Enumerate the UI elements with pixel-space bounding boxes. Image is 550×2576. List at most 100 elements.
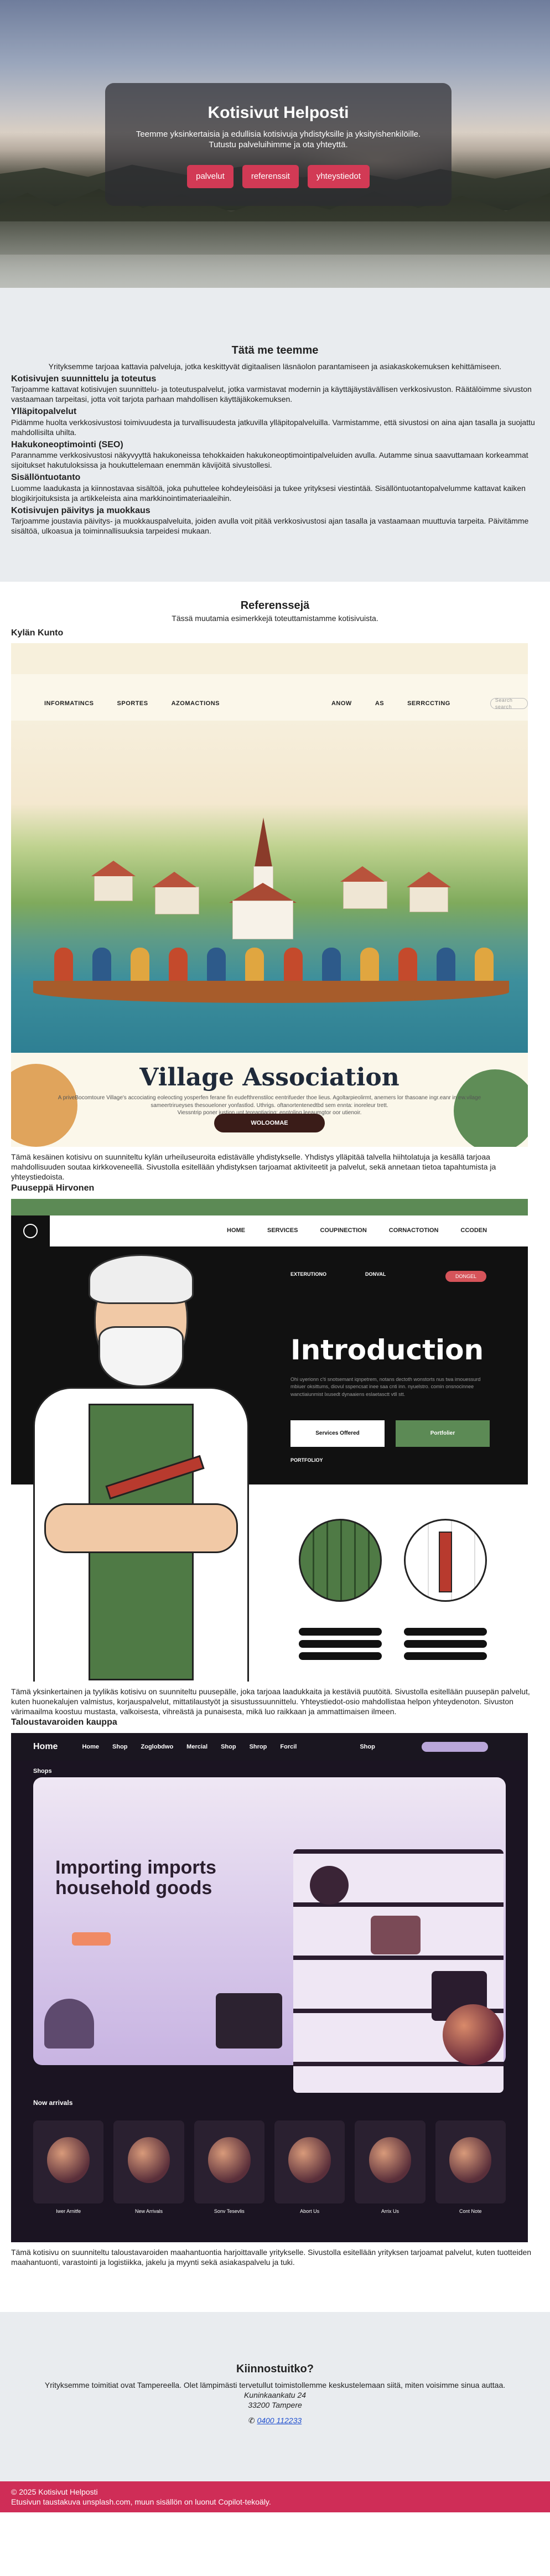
contact-address: Kuninkaankatu 24 33200 Tampere bbox=[11, 2390, 539, 2410]
mock-tagline-text: A priveBocomtoure Village's accociating … bbox=[58, 1095, 481, 1109]
mock-nav-item: INFORMATINCS bbox=[44, 700, 94, 707]
mock-product bbox=[371, 1916, 421, 1955]
mock-house bbox=[152, 872, 199, 915]
service-item: Hakukoneoptimointi (SEO) Parannamme verk… bbox=[11, 439, 539, 470]
mock-nav: INFORMATINCS SPORTES AZOMACTIONS ANOW AS… bbox=[11, 691, 528, 716]
mock-product-card bbox=[33, 2120, 104, 2204]
service-item: Kotisivujen suunnittelu ja toteutus Tarj… bbox=[11, 373, 539, 405]
reference-text: Tämä kotisivu on suunniteltu taloustavar… bbox=[11, 2248, 532, 2267]
mock-small-text: Ohi uyerionn c'ti snotsemant iqnpetrem, … bbox=[290, 1376, 481, 1397]
hero-mist bbox=[0, 221, 550, 288]
reference-item: Puuseppä Hirvonen HOME SERVICES COUPINEC… bbox=[11, 1182, 539, 1716]
hero-section: Kotisivut Helposti Teemme yksinkertaisia… bbox=[0, 0, 550, 288]
mock-product-card bbox=[355, 2120, 426, 2204]
mock-product-label: New Arrivals bbox=[134, 2208, 163, 2215]
contact-title: Kiinnostuitko? bbox=[236, 2362, 314, 2375]
services-intro: Yrityksemme tarjoaa kattavia palveluja, … bbox=[48, 362, 502, 371]
service-text: Luomme laadukasta ja kiinnostavaa sisält… bbox=[11, 483, 526, 503]
hero-buttons: palvelut referenssit yhteystiedot bbox=[105, 164, 452, 188]
service-item: Kotisivujen päivitys ja muokkaus Tarjoam… bbox=[11, 505, 539, 536]
mock-product-label: Sonv Tesevlis bbox=[214, 2208, 245, 2215]
services-title: Tätä me teemme bbox=[231, 344, 319, 356]
mock-search-bar bbox=[421, 1742, 488, 1752]
mock-nav: HOME SERVICES COUPINECTION CORNACTOTION … bbox=[11, 1215, 528, 1246]
mock-church-boat bbox=[33, 981, 509, 1003]
reference-item: Taloustavaroiden kauppa Home Home Shop Z… bbox=[11, 1716, 539, 2267]
service-text: Pidämme huolta verkkosivustosi toimivuud… bbox=[11, 417, 535, 437]
mock-product-label: Abort Us bbox=[300, 2208, 320, 2215]
hero-title: Kotisivut Helposti bbox=[207, 104, 349, 122]
mock-nav-item: AZOMACTIONS bbox=[171, 700, 220, 707]
mock-product-card bbox=[194, 2120, 264, 2204]
service-title: Hakukoneoptimointi (SEO) bbox=[11, 439, 123, 449]
mock-tool-circle bbox=[404, 1518, 487, 1602]
mock-nav: Home Home Shop Zoglobdwo Mercial Shop Sh… bbox=[11, 1733, 528, 1761]
hero-card: Kotisivut Helposti Teemme yksinkertaisia… bbox=[105, 83, 452, 206]
reference-title: Kylän Kunto bbox=[11, 628, 64, 638]
service-title: Kotisivujen päivitys ja muokkaus bbox=[11, 505, 151, 515]
mock-headline: Importing imports household goods bbox=[55, 1857, 216, 1899]
mock-product-label: Cont Note bbox=[459, 2208, 482, 2215]
references-title: Referenssejä bbox=[240, 599, 310, 612]
reference-title: Taloustavaroiden kauppa bbox=[11, 1718, 117, 1727]
mock-nav-item: CCODEN bbox=[460, 1227, 487, 1234]
mock-sub-nav: Shops bbox=[33, 1768, 52, 1775]
mock-search-pill: Search search bbox=[490, 697, 528, 710]
service-item: Sisällöntuotanto Luomme laadukasta ja ki… bbox=[11, 472, 539, 503]
mock-house bbox=[340, 866, 387, 909]
mock-section-label: PORTFOLIOY bbox=[290, 1457, 323, 1463]
mock-portfolio-button: Portfolier bbox=[396, 1420, 490, 1447]
mock-welcome-button: WOLOOMAE bbox=[214, 1114, 325, 1133]
reference-text: Tämä kesäinen kotisivu on suunniteltu ky… bbox=[11, 1152, 496, 1182]
mock-nav-item: Shop bbox=[221, 1743, 236, 1750]
service-text: Tarjoamme joustavia päivitys- ja muokkau… bbox=[11, 516, 529, 536]
mock-nav-item: SERRCCTING bbox=[407, 700, 450, 707]
mock-nav-item: Shop bbox=[360, 1743, 375, 1750]
mock-bars bbox=[299, 1627, 382, 1664]
mock-product-card bbox=[274, 2120, 345, 2204]
mock-nav-item: Shrop bbox=[249, 1743, 267, 1750]
services-section: Tätä me teemme Yrityksemme tarjoaa katta… bbox=[0, 288, 550, 582]
mock-house bbox=[407, 872, 451, 913]
mock-nav-item: Zoglobdwo bbox=[141, 1743, 174, 1750]
mock-product-label: Iwer Arnitfe bbox=[56, 2208, 81, 2215]
services-button[interactable]: palvelut bbox=[187, 164, 234, 188]
mock-services-button: Services Offered bbox=[290, 1420, 385, 1447]
mock-product-label: Arrix Us bbox=[381, 2208, 399, 2215]
mock-headline: Village Association bbox=[139, 1063, 399, 1092]
mock-nav-item: Home bbox=[82, 1743, 100, 1750]
reference-title: Puuseppä Hirvonen bbox=[11, 1183, 95, 1193]
mock-nav-item: Shop bbox=[112, 1743, 128, 1750]
contact-button[interactable]: yhteystiedot bbox=[307, 164, 370, 188]
references-section: Referenssejä Tässä muutamia esimerkkejä … bbox=[0, 582, 550, 2290]
references-intro: Tässä muutamia esimerkkejä toteuttamista… bbox=[172, 613, 378, 623]
hero-subtitle: Teemme yksinkertaisia ja edullisia kotis… bbox=[136, 129, 421, 150]
service-title: Ylläpitopalvelut bbox=[11, 407, 77, 417]
footer: © 2025 Kotisivut Helposti Etusivun taust… bbox=[0, 2481, 550, 2512]
footer-credits: Etusivun taustakuva unsplash.com, muun s… bbox=[11, 2497, 271, 2506]
mock-product bbox=[443, 2004, 504, 2066]
phone-link[interactable]: 0400 112233 bbox=[257, 2416, 302, 2425]
mock-product bbox=[216, 1993, 282, 2049]
service-title: Kotisivujen suunnittelu ja toteutus bbox=[11, 374, 157, 384]
reference-item: Kylän Kunto INFORMATINCS SPORTES AZOMACT… bbox=[11, 627, 539, 1182]
mock-logo: Home bbox=[33, 1742, 58, 1752]
address-street: Kuninkaankatu 24 bbox=[243, 2391, 307, 2400]
mock-village-scene bbox=[11, 721, 528, 1053]
references-button[interactable]: referenssit bbox=[242, 164, 299, 188]
mock-nav-item: COUPINECTION bbox=[320, 1227, 367, 1234]
mock-rowers bbox=[44, 948, 504, 982]
mock-product bbox=[310, 1866, 349, 1905]
mock-hero-panel bbox=[33, 1777, 506, 2093]
mock-pill: DONGEL bbox=[445, 1270, 486, 1282]
mock-logo bbox=[11, 1215, 50, 1246]
reference-text: Tämä yksinkertainen ja tyylikäs kotisivu… bbox=[11, 1687, 530, 1716]
mock-nav-item: HOME bbox=[227, 1227, 245, 1234]
mock-nav-item: Mercial bbox=[186, 1743, 208, 1750]
mock-product-card bbox=[435, 2120, 506, 2204]
mock-sub-nav-item: DONVAL bbox=[365, 1271, 386, 1277]
service-title: Sisällöntuotanto bbox=[11, 473, 81, 483]
mock-nav-item: ANOW bbox=[331, 700, 352, 707]
reference-screenshot-village: INFORMATINCS SPORTES AZOMACTIONS ANOW AS… bbox=[11, 643, 528, 1147]
contact-phone-row: ✆ 0400 112233 bbox=[11, 2415, 539, 2425]
